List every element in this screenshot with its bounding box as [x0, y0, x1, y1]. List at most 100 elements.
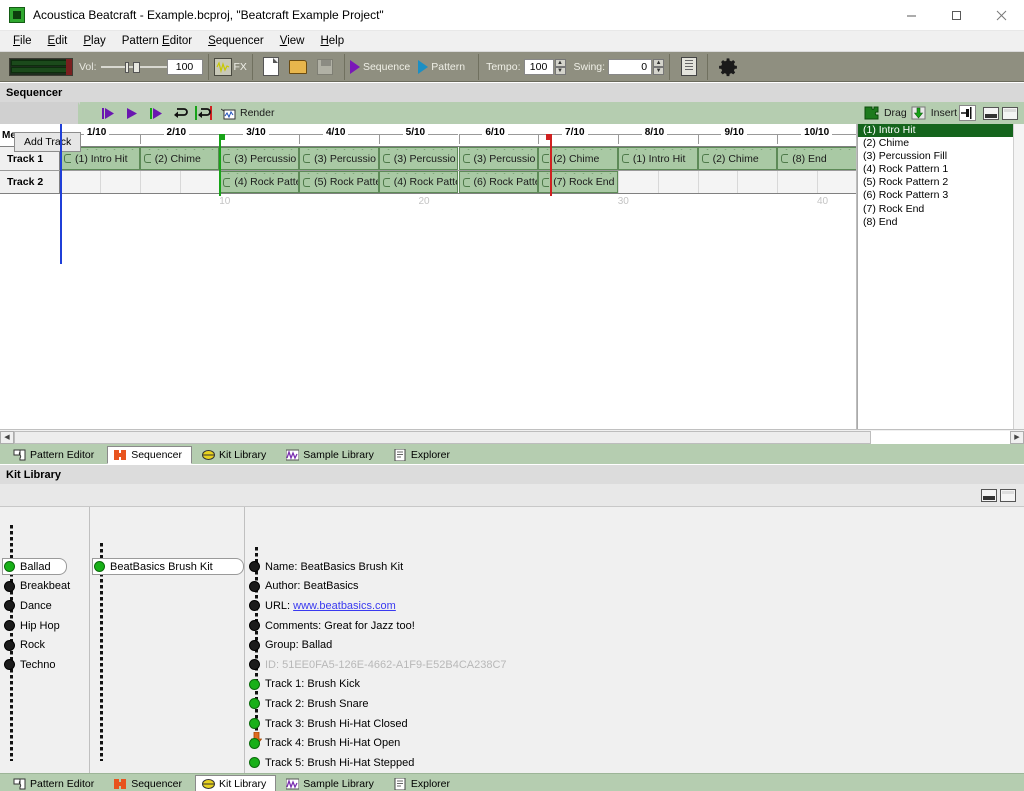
kit-item[interactable]: BeatBasics Brush Kit	[90, 557, 244, 577]
kit-detail-row[interactable]: Name: BeatBasics Brush Kit	[245, 557, 1024, 577]
kit-detail-row[interactable]: Track 5: Brush Hi-Hat Stepped	[245, 753, 1024, 773]
tab-sequencer[interactable]: Sequencer	[107, 446, 192, 464]
add-track-button[interactable]: Add Track	[14, 132, 82, 152]
pattern-mode-icon[interactable]	[418, 59, 429, 74]
play-to-marker-icon[interactable]	[146, 103, 166, 123]
pattern-list-item[interactable]: (5) Rock Pattern 2	[858, 176, 1024, 189]
restore-window-icon[interactable]	[983, 106, 999, 120]
pattern-list-item[interactable]: (3) Percussion Fill	[858, 150, 1024, 163]
node-dark-icon[interactable]	[249, 639, 260, 651]
clip-handle-icon[interactable]	[223, 154, 231, 163]
gear-icon[interactable]	[715, 54, 741, 80]
sequencer-clip[interactable]: (3) Percussio	[378, 147, 459, 170]
pattern-list-item[interactable]: (8) End	[858, 216, 1024, 229]
sequence-mode-label[interactable]: Sequence	[363, 61, 410, 73]
tempo-input[interactable]: 100	[523, 58, 554, 75]
kit-group-item[interactable]: Hip Hop	[0, 616, 89, 636]
maximize-panel-icon[interactable]	[1000, 488, 1016, 502]
maximize-button[interactable]	[934, 0, 979, 31]
clip-handle-icon[interactable]	[303, 154, 311, 163]
sequencer-timeline[interactable]: Measure: 1/102/103/104/105/106/107/108/1…	[0, 124, 857, 429]
pattern-list-item[interactable]: (6) Rock Pattern 3	[858, 189, 1024, 202]
sequencer-clip[interactable]: (6) Rock Patte	[458, 171, 539, 193]
tab-sample-library[interactable]: Sample Library	[279, 446, 384, 464]
clip-handle-icon[interactable]	[64, 154, 71, 163]
node-dark-icon[interactable]	[249, 620, 260, 632]
sequencer-clip[interactable]: (2) Chime	[697, 147, 778, 170]
swing-input[interactable]: 0	[608, 58, 653, 75]
clip-handle-icon[interactable]	[143, 154, 151, 163]
table-row[interactable]: Track 1 (1) Intro Hit (2) Chime (3) Percus…	[0, 147, 856, 170]
swing-stepper[interactable]: ▲ ▼	[653, 58, 665, 75]
menu-view[interactable]: View	[272, 33, 313, 49]
node-dark-icon[interactable]	[249, 561, 260, 573]
tab-sequencer[interactable]: Sequencer	[107, 774, 192, 791]
node-dark-icon[interactable]	[4, 620, 15, 632]
node-dark-icon[interactable]	[4, 659, 15, 671]
kit-detail-row[interactable]: Author: BeatBasics	[245, 577, 1024, 597]
clip-handle-icon[interactable]	[303, 178, 311, 187]
tab-explorer[interactable]: Explorer	[386, 774, 460, 791]
sequence-mode-icon[interactable]	[349, 59, 360, 74]
clip-handle-icon[interactable]	[701, 154, 709, 163]
pattern-mode-label[interactable]: Pattern	[431, 61, 465, 73]
fx-icon[interactable]	[213, 57, 232, 76]
tab-kit-library[interactable]: Kit Library	[195, 446, 277, 464]
kit-group-item[interactable]: Techno	[0, 655, 89, 675]
play-icon[interactable]	[122, 103, 142, 123]
sequencer-clip[interactable]: (5) Rock Patte	[299, 171, 379, 193]
kit-detail-row[interactable]: Track 3: Brush Hi-Hat Closed	[245, 714, 1024, 734]
tab-pattern-editor[interactable]: Pattern Editor	[6, 774, 105, 791]
clip-handle-icon[interactable]	[223, 178, 231, 187]
pattern-list-item[interactable]: (1) Intro Hit	[858, 124, 1024, 138]
track-lane[interactable]: (4) Rock Patte (5) Rock Patte (4) Rock Pat…	[60, 171, 856, 193]
open-folder-icon[interactable]	[287, 55, 310, 78]
loop-icon[interactable]	[170, 103, 190, 123]
clip-handle-icon[interactable]	[382, 154, 390, 163]
sequencer-clip[interactable]: (1) Intro Hit	[617, 147, 698, 170]
minimize-button[interactable]	[889, 0, 934, 31]
menu-sequencer[interactable]: Sequencer	[200, 33, 272, 49]
volume-slider[interactable]	[100, 60, 167, 74]
menu-play[interactable]: Play	[75, 33, 113, 49]
track-lane[interactable]: (1) Intro Hit (2) Chime (3) Percussio (3) P…	[60, 147, 856, 170]
clip-handle-icon[interactable]	[542, 154, 550, 163]
node-dark-icon[interactable]	[4, 600, 15, 612]
tab-kit-library[interactable]: Kit Library	[195, 774, 277, 791]
loop-marked-icon[interactable]	[194, 103, 214, 123]
kit-detail-row[interactable]: URL: www.beatbasics.com	[245, 596, 1024, 616]
clip-handle-icon[interactable]	[621, 154, 629, 163]
sequencer-hscrollbar[interactable]: ◀ ▶	[0, 429, 1024, 444]
kit-detail-row[interactable]: Track 4: Brush Hi-Hat Open	[245, 733, 1024, 753]
pattern-list-item[interactable]: (2) Chime	[858, 137, 1024, 150]
sequencer-clip[interactable]: (3) Percussio	[219, 147, 300, 170]
pattern-list[interactable]: (1) Intro Hit (2) Chime (3) Percussion Fil…	[858, 124, 1024, 229]
menu-edit[interactable]: Edit	[40, 33, 76, 49]
hscroll-thumb[interactable]	[14, 430, 871, 444]
track-name[interactable]: Track 2	[0, 171, 60, 193]
menu-pattern-editor[interactable]: Pattern Editor	[114, 33, 200, 49]
pattern-list-item[interactable]: (4) Rock Pattern 1	[858, 163, 1024, 176]
clip-handle-icon[interactable]	[462, 178, 470, 187]
kit-url-link[interactable]: www.beatbasics.com	[293, 600, 396, 612]
hscroll-track[interactable]	[14, 430, 1010, 444]
node-green-icon[interactable]	[249, 737, 260, 749]
kit-group-item[interactable]: Rock	[0, 635, 89, 655]
node-dark-icon[interactable]	[4, 580, 15, 592]
node-green-icon[interactable]	[249, 678, 260, 690]
sequencer-clip[interactable]: (4) Rock Patte	[378, 171, 459, 193]
kit-group-item[interactable]: Dance	[0, 596, 89, 616]
sequencer-clip[interactable]: (2) Chime	[139, 147, 220, 170]
node-green-icon[interactable]	[249, 757, 260, 769]
drag-puzzle-icon[interactable]	[862, 103, 882, 123]
table-row[interactable]: Track 2 (4) Rock Patte (5) Rock Patte (4) …	[0, 170, 856, 193]
play-from-start-icon[interactable]	[98, 103, 118, 123]
tempo-stepper[interactable]: ▲ ▼	[554, 58, 566, 75]
pin-icon[interactable]	[959, 105, 976, 121]
tab-pattern-editor[interactable]: Pattern Editor	[6, 446, 105, 464]
render-label[interactable]: Render	[240, 107, 274, 119]
menu-help[interactable]: Help	[312, 33, 352, 49]
clip-handle-icon[interactable]	[462, 154, 470, 163]
insert-down-arrow-icon[interactable]	[909, 103, 929, 123]
tab-sample-library[interactable]: Sample Library	[279, 774, 384, 791]
